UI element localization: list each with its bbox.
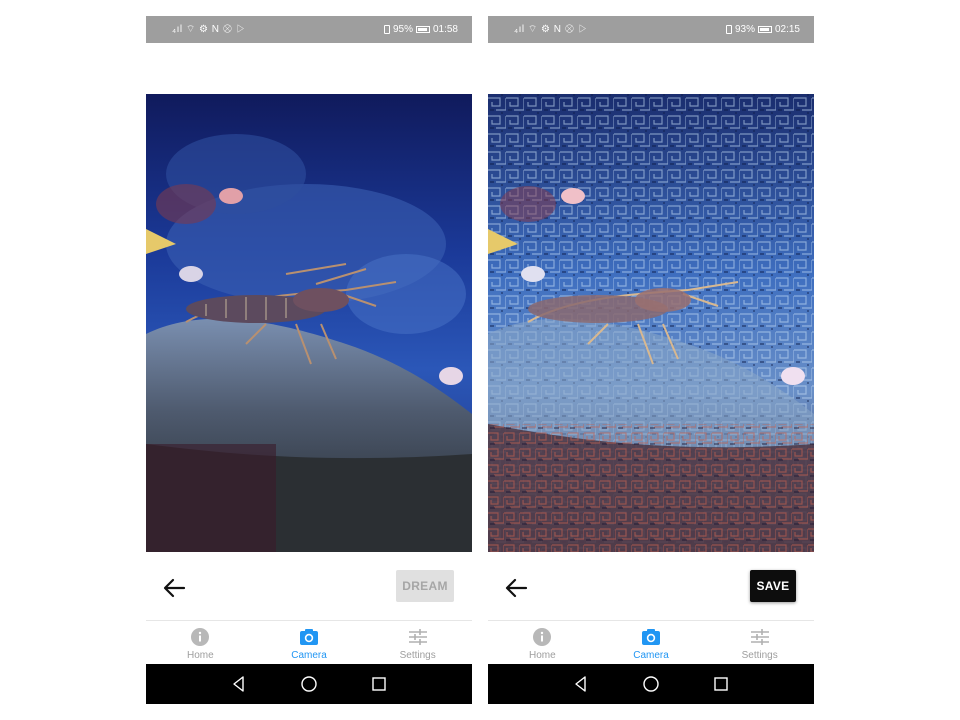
lobster-photo (146, 94, 472, 552)
nav-item-home[interactable]: Home (488, 621, 597, 664)
dream-button[interactable]: DREAM (396, 570, 454, 602)
camera-icon (300, 629, 318, 645)
action-row: DREAM (146, 562, 472, 620)
battery-percent: 95% (392, 24, 413, 35)
status-time: 01:58 (432, 24, 458, 35)
system-nav-bar (146, 664, 472, 704)
nav-item-camera[interactable]: Camera (597, 621, 706, 664)
system-nav-bar (488, 664, 814, 704)
status-bar: ₄ıl ⌔ ⚙ N ⊗ ▷ 95% 01:58 (146, 16, 472, 43)
back-arrow-icon[interactable] (502, 574, 530, 602)
back-arrow-icon[interactable] (160, 574, 188, 602)
vibrate-icon (725, 25, 732, 34)
vibrate-icon (383, 25, 390, 34)
info-icon (533, 628, 552, 646)
action-row: SAVE (488, 562, 814, 620)
nav-label-camera: Camera (291, 650, 327, 661)
nav-item-settings[interactable]: Settings (363, 621, 472, 664)
system-recents-icon[interactable] (710, 673, 732, 695)
sliders-icon (750, 629, 769, 645)
battery-icon (415, 26, 430, 33)
phone-screen-original: ₄ıl ⌔ ⚙ N ⊗ ▷ 95% 01:58 DREAM Home Camer… (146, 16, 472, 704)
nav-item-home[interactable]: Home (146, 621, 255, 664)
status-bar: ₄ıl ⌔ ⚙ N ⊗ ▷ 93% 02:15 (488, 16, 814, 43)
battery-percent: 93% (734, 24, 755, 35)
system-home-icon[interactable] (640, 673, 662, 695)
nav-label-camera: Camera (633, 650, 669, 661)
status-icons: ₄ıl ⌔ ⚙ N ⊗ ▷ (172, 24, 246, 35)
deepdream-photo (488, 94, 814, 552)
camera-icon (642, 629, 660, 645)
nav-label-home: Home (186, 650, 214, 661)
system-recents-icon[interactable] (368, 673, 390, 695)
system-back-icon[interactable] (570, 673, 592, 695)
nav-label-home: Home (528, 650, 556, 661)
phone-screen-dreamed: ₄ıl ⌔ ⚙ N ⊗ ▷ 93% 02:15 SAVE Home Camera… (488, 16, 814, 704)
system-home-icon[interactable] (298, 673, 320, 695)
nav-item-settings[interactable]: Settings (705, 621, 814, 664)
status-icons: ₄ıl ⌔ ⚙ N ⊗ ▷ (514, 24, 588, 35)
nav-label-settings: Settings (741, 650, 778, 661)
sliders-icon (408, 629, 427, 645)
info-icon (191, 628, 210, 646)
battery-icon (757, 26, 772, 33)
nav-label-settings: Settings (399, 650, 436, 661)
bottom-nav: Home Camera Settings (488, 620, 814, 664)
status-time: 02:15 (774, 24, 800, 35)
save-button[interactable]: SAVE (750, 570, 796, 602)
nav-item-camera[interactable]: Camera (255, 621, 364, 664)
system-back-icon[interactable] (228, 673, 250, 695)
bottom-nav: Home Camera Settings (146, 620, 472, 664)
